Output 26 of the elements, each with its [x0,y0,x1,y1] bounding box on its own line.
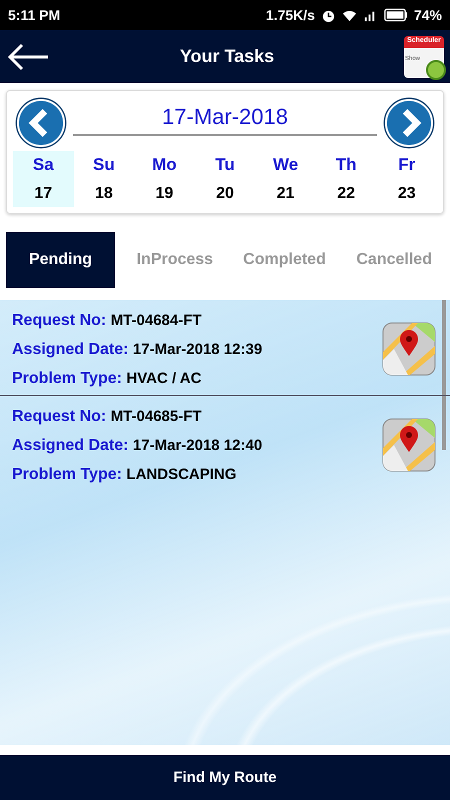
task-field: Request No: MT-04685-FT [12,406,262,427]
battery-level: 74% [414,7,442,23]
task-field: Problem Type: HVAC / AC [12,368,262,389]
network-speed: 1.75K/s [266,7,315,23]
map-pin-icon[interactable] [382,322,436,376]
status-time: 5:11 PM [8,7,60,23]
task-field: Assigned Date: 17-Mar-2018 12:39 [12,339,262,360]
task-field: Request No: MT-04684-FT [12,310,262,331]
find-route-button[interactable]: Find My Route [0,755,450,800]
calendar-day[interactable]: Su 18 [74,151,134,207]
next-icon[interactable] [383,97,435,149]
calendar-day[interactable]: Tu 20 [194,151,256,207]
screen-title: Your Tasks [180,46,274,67]
task-field: Problem Type: LANDSCAPING [12,464,262,485]
calendar-day[interactable]: Mo 19 [134,151,195,207]
status-tab[interactable]: Pending [6,232,115,288]
selected-date: 17-Mar-2018 [73,104,377,136]
previous-icon[interactable] [15,97,67,149]
battery-icon [384,8,408,22]
task-field: Assigned Date: 17-Mar-2018 12:40 [12,435,262,456]
calendar-day[interactable]: Fr 23 [376,151,437,207]
map-pin-icon[interactable] [382,418,436,472]
back-icon[interactable] [6,42,50,72]
calendar-day[interactable]: Th 22 [316,151,376,207]
calendar-day[interactable]: Sa 17 [13,151,74,207]
calendar-day[interactable]: We 21 [255,151,316,207]
